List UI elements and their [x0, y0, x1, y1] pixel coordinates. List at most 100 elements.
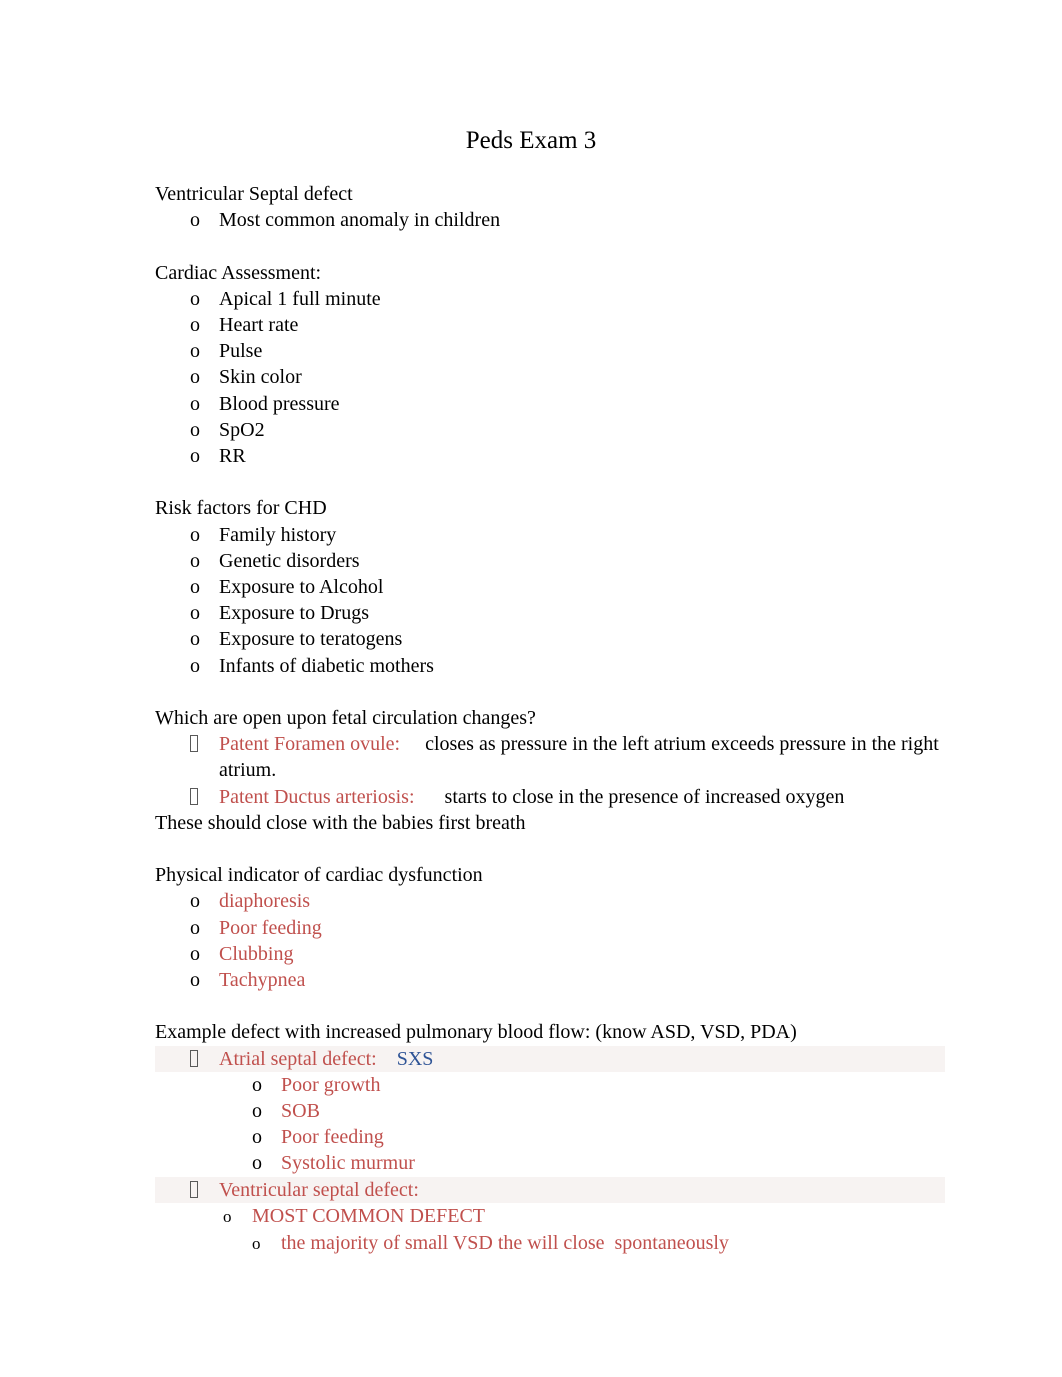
list-item-term: Ventricular septal defect: [219, 1178, 419, 1201]
list-item: Atrial septal defect: SXS [155, 1045, 945, 1072]
list-item-content: Atrial septal defect: SXS [219, 1046, 945, 1072]
list-item-label: Blood pressure [219, 392, 340, 415]
list-item-label: Exposure to Drugs [219, 602, 369, 625]
section-heading-risk-factors: Risk factors for CHD [155, 497, 327, 520]
document-page: Peds Exam 3 Ventricular Septal defect o … [0, 0, 1062, 1377]
list-item-label: Poor growth [281, 1073, 381, 1096]
page-title: Peds Exam 3 [465, 127, 597, 154]
bullet-o-icon: o [190, 916, 200, 939]
list-item: o Tachypnea [155, 967, 945, 993]
list-item-label: Exposure to teratogens [219, 628, 403, 651]
bullet-o-icon: o [190, 942, 200, 965]
document-body: Ventricular Septal defect o Most common … [155, 181, 945, 1257]
list-item: o Clubbing [155, 941, 945, 967]
bullet-o-icon: o [190, 418, 200, 441]
list-item-term: Patent Foramen ovule: [219, 733, 401, 756]
list-item-label: RR [219, 445, 246, 468]
list-item-label: SOB [281, 1100, 320, 1123]
list-item: o Family history [155, 522, 945, 548]
list-item: Patent Ductus arteriosis: starts to clos… [155, 784, 945, 810]
list-item: o RR [155, 443, 945, 469]
list-item: o Poor growth [155, 1072, 945, 1098]
list-item-term: Atrial septal defect: [219, 1047, 377, 1070]
section-heading-ventricular-septal-defect: Ventricular Septal defect [155, 183, 353, 205]
list-item-label: Poor feeding [281, 1126, 384, 1149]
list-item-label: Systolic murmur [281, 1152, 415, 1175]
list-item: o diaphoresis [155, 888, 945, 914]
list-item: o Pulse [155, 338, 945, 364]
section-heading-fetal-circulation: Which are open upon fetal circulation ch… [155, 707, 536, 730]
list-item-label: Clubbing [219, 942, 294, 965]
missing-glyph-box-icon [190, 1046, 219, 1072]
list-item-label: Infants of diabetic mothers [219, 654, 434, 677]
bullet-o-icon: o [252, 1073, 262, 1096]
bullet-o-icon: o [190, 523, 200, 546]
list-item: o Systolic murmur [155, 1150, 945, 1176]
list-item: o MOST COMMON DEFECT [155, 1203, 945, 1230]
list-item-label: Family history [219, 523, 337, 546]
bullet-o-icon: o [190, 209, 200, 232]
section-heading-physical-indicator: Physical indicator of cardiac dysfunctio… [155, 864, 483, 887]
missing-glyph-box-icon [190, 1177, 219, 1203]
list-item: o Infants of diabetic mothers [155, 653, 945, 679]
bullet-o-icon: o [190, 628, 200, 651]
bullet-o-icon: o [252, 1100, 262, 1123]
list-item-label: diaphoresis [219, 890, 311, 913]
list-item: o Poor feeding [155, 915, 945, 941]
bullet-o-icon: o [223, 1206, 232, 1226]
missing-glyph-box-icon [190, 731, 219, 757]
list-item: Patent Foramen ovule: closes as pressure… [155, 731, 945, 783]
list-item-definition: starts to close in the presence of incre… [444, 785, 845, 808]
bullet-o-icon: o [190, 654, 200, 677]
list-item-label: MOST COMMON DEFECT [252, 1204, 485, 1227]
bullet-o-icon: o [190, 340, 200, 363]
section-heading-cardiac-assessment: Cardiac Assessment: [155, 261, 322, 284]
bullet-o-icon: o [190, 549, 200, 572]
bullet-o-icon: o [190, 445, 200, 468]
list-item-label: Heart rate [219, 314, 299, 336]
missing-glyph-box-icon [190, 784, 219, 810]
list-item-label: Apical 1 full minute [219, 287, 381, 310]
list-item-label: Most common anomaly in children [219, 209, 501, 232]
bullet-o-icon: o [190, 890, 200, 913]
list-item: o SOB [155, 1098, 945, 1124]
bullet-o-icon: o [190, 602, 200, 625]
bullet-o-icon: o [190, 392, 200, 415]
bullet-o-icon: o [190, 366, 200, 389]
list-item-content: Patent Ductus arteriosis: starts to clos… [219, 784, 945, 810]
bullet-o-icon: o [190, 314, 200, 336]
list-item: o SpO2 [155, 417, 945, 443]
bullet-o-icon: o [252, 1126, 262, 1149]
bullet-o-icon: o [252, 1234, 261, 1254]
list-item-content: Patent Foramen ovule: closes as pressure… [219, 731, 945, 783]
list-item: o Skin color [155, 364, 945, 390]
list-item: o Genetic disorders [155, 548, 945, 574]
list-item: o Heart rate [155, 312, 945, 338]
list-item: Ventricular septal defect: [155, 1176, 945, 1203]
list-item: o Exposure to Alcohol [155, 574, 945, 600]
list-item: o Apical 1 full minute [155, 286, 945, 312]
list-item: o the majority of small VSD the will clo… [155, 1230, 945, 1257]
bullet-o-icon: o [252, 1152, 262, 1175]
list-item-label: SpO2 [219, 418, 265, 441]
list-item: o Exposure to Drugs [155, 600, 945, 626]
list-item: o Most common anomaly in children [155, 207, 945, 233]
list-item-label: Exposure to Alcohol [219, 576, 384, 599]
list-item-label: Skin color [219, 366, 302, 389]
list-item: o Exposure to teratogens [155, 626, 945, 652]
section-trailing-line: These should close with the babies first… [155, 811, 526, 834]
list-item: o Poor feeding [155, 1124, 945, 1150]
list-item-label: Poor feeding [219, 916, 322, 939]
bullet-o-icon: o [190, 969, 200, 992]
list-item: o Blood pressure [155, 391, 945, 417]
list-item-abbrev: SXS [396, 1047, 434, 1070]
bullet-o-icon: o [190, 287, 200, 310]
list-item-label: the majority of small VSD the will close… [281, 1232, 729, 1255]
list-item-label: Genetic disorders [219, 549, 360, 572]
list-item-label: Pulse [219, 340, 263, 363]
